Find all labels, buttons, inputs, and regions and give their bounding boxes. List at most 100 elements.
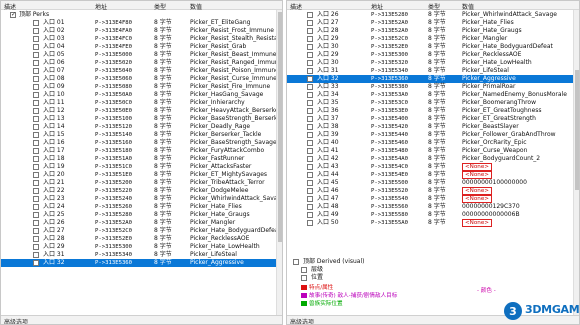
row-checkbox[interactable] [307,12,313,18]
table-row[interactable]: 入口 17 P->313E5180 8 字节 Picker_FuryAttackCom… [1,147,276,155]
table-row[interactable]: 入口 39 P->313E5440 8 字节 Picker_Follower_Grab… [287,131,573,139]
row-checkbox[interactable] [33,260,39,266]
table-row[interactable]: 入口 26 P->313E52A0 8 字节 Picker_Mangler [1,219,276,227]
table-row[interactable]: 入口 03 P->313E4FC0 8 字节 Picker_Resist_Stealt… [1,35,282,43]
checkbox[interactable] [301,267,307,273]
table-row[interactable]: 入口 12 P->313E50E0 8 字节 Picker_HeavyAttack_B… [1,107,281,115]
row-checkbox[interactable] [307,20,313,26]
row-checkbox[interactable] [307,140,313,146]
table-row[interactable]: 入口 29 P->313E52C0 8 字节 Picker_Mangler [287,35,573,43]
row-checkbox[interactable] [33,52,39,58]
header-address[interactable]: 地址 [95,2,107,11]
table-row[interactable]: 入口 08 P->313E5060 8 字节 Picker_Resist_Curse_… [1,75,277,83]
row-checkbox[interactable] [33,220,39,226]
table-row[interactable]: 入口 06 P->313E5020 8 字节 Picker_Resist_Ranged… [1,59,282,67]
row-checkbox[interactable] [307,148,313,154]
table-row[interactable]: 入口 33 P->313E5380 8 字节 Picker_PrimalRoar [287,83,573,91]
table-row[interactable]: 入口 49 P->313E5580 8 字节 00000000000006B [287,211,573,219]
row-checkbox[interactable] [33,156,39,162]
table-row[interactable]: 入口 48 P->313E5560 8 字节 00000000129C370 [287,203,573,211]
row-checkbox[interactable] [307,108,313,114]
table-row[interactable]: 入口 45 P->313E5500 8 字节 00000000100000000 [287,179,573,187]
row-checkbox[interactable] [33,204,39,210]
table-row[interactable]: 入口 29 P->313E5300 8 字节 Picker_RecklessAOE [287,51,573,59]
table-row[interactable]: 入口 50 P->313E55A0 8 字节 <None> [287,219,573,227]
table-row[interactable]: 入口 30 P->313E5320 8 字节 Picker_Hate_LowHealt… [287,59,573,67]
table-row[interactable]: 入口 40 P->313E5460 8 字节 Picker_OrcRarity_Epi… [287,139,573,147]
row-checkbox[interactable] [33,108,39,114]
table-row[interactable]: 入口 38 P->313E5420 8 字节 Picker_BeastSlayer [287,123,573,131]
header-type[interactable]: 类型 [428,2,440,11]
table-row[interactable]: 入口 02 P->313E4FA0 8 字节 Picker_Resist_Frost_… [1,27,276,35]
header-address[interactable]: 地址 [371,2,383,11]
row-checkbox[interactable] [307,204,313,210]
row-checkbox[interactable] [33,124,39,130]
row-checkbox[interactable] [33,188,39,194]
table-row[interactable]: 入口 42 P->313E54A0 8 字节 Picker_BodyguardCoun… [287,155,573,163]
table-row[interactable]: 入口 34 P->313E53A0 8 字节 Picker_NamedEnemy_Bo… [287,91,573,99]
table-row[interactable]: 入口 09 P->313E5080 8 字节 Picker_Resist_Fire_I… [1,83,276,91]
row-checkbox[interactable] [33,140,39,146]
right-scrollbar[interactable] [573,10,579,315]
row-checkbox[interactable] [307,92,313,98]
row-checkbox[interactable] [33,20,39,26]
table-row[interactable]: 入口 32 P->313E5360 8 字节 Picker_Aggressive [287,75,573,83]
row-checkbox[interactable] [33,28,39,34]
row-checkbox[interactable] [307,84,313,90]
row-checkbox[interactable] [33,228,39,234]
table-row[interactable]: 入口 47 P->313E5540 8 字节 <None> [287,195,573,203]
table-row[interactable]: 入口 36 P->313E53E0 8 字节 Picker_ET_GreatTough… [287,107,573,115]
row-checkbox[interactable] [33,164,39,170]
header-description[interactable]: 描述 [4,2,16,11]
table-row[interactable]: 入口 24 P->313E5260 8 字节 Picker_Hate_Flies [1,203,276,211]
table-row[interactable]: 入口 21 P->313E5200 8 字节 Picker_TribeAttack_T… [1,179,276,187]
table-row[interactable]: 入口 18 P->313E51A0 8 字节 Picker_FastRunner [1,155,276,163]
table-row[interactable]: 入口 05 P->313E5000 8 字节 Picker_Resist_Beast_… [1,51,276,59]
header-value[interactable]: 数值 [190,2,202,11]
row-checkbox[interactable] [307,220,313,226]
table-row[interactable]: 入口 37 P->313E5400 8 字节 Picker_ET_GreatStren… [287,115,573,123]
table-row[interactable]: 入口 11 P->313E50C0 8 字节 Picker_Inhierarchy [1,99,276,107]
table-row[interactable]: 入口 14 P->313E5120 8 字节 Picker_Deadly_Rage [1,123,276,131]
row-checkbox[interactable] [33,100,39,106]
row-checkbox[interactable] [33,84,39,90]
left-footer[interactable]: 高级选项 [1,315,282,324]
table-row[interactable]: 入口 32 P->313E5360 8 字节 Picker_Aggressive [1,259,276,267]
row-checkbox[interactable] [33,92,39,98]
row-checkbox[interactable] [307,52,313,58]
row-checkbox[interactable] [33,172,39,178]
table-row[interactable]: 入口 15 P->313E5140 8 字节 Picker_Berserker_Tac… [1,131,276,139]
table-row[interactable]: 入口 25 P->313E5280 8 字节 Picker_Hate_Graugs [1,211,276,219]
right-advanced-options[interactable]: 高级选项 [290,317,314,324]
row-checkbox[interactable] [307,212,313,218]
row-checkbox[interactable] [307,36,313,42]
table-row[interactable]: 入口 46 P->313E5520 8 字节 <None> [287,187,573,195]
row-checkbox[interactable] [33,68,39,74]
row-checkbox[interactable] [33,212,39,218]
row-checkbox[interactable] [307,196,313,202]
table-row[interactable]: 入口 35 P->313E53C0 8 字节 Picker_BoomerangThro… [287,99,573,107]
row-checkbox[interactable] [307,172,313,178]
table-row[interactable]: 入口 22 P->313E5220 8 字节 Picker_DodgeMelee [1,187,276,195]
row-checkbox[interactable] [307,60,313,66]
table-row[interactable]: 入口 28 P->313E52E0 8 字节 Picker_RecklessAOE [1,235,276,243]
table-row[interactable]: 入口 13 P->313E5100 8 字节 Picker_BaseStrength_… [1,115,282,123]
row-checkbox[interactable] [307,132,313,138]
table-row[interactable]: 入口 31 P->313E5340 8 字节 Picker_LifeSteal [287,67,573,75]
row-checkbox[interactable] [33,180,39,186]
row-checkbox[interactable] [33,132,39,138]
table-row[interactable]: 入口 27 P->313E52A0 8 字节 Picker_Hate_Flies [287,19,573,27]
row-checkbox[interactable] [33,44,39,50]
group-row-perks[interactable]: 顶部 Perks [1,11,276,19]
row-checkbox[interactable] [307,68,313,74]
row-checkbox[interactable] [33,36,39,42]
row-checkbox[interactable] [307,44,313,50]
table-row[interactable]: 入口 04 P->313E4FE0 8 字节 Picker_Resist_Grab [1,43,276,51]
row-checkbox[interactable] [33,252,39,258]
row-checkbox[interactable] [307,100,313,106]
row-checkbox[interactable] [307,156,313,162]
header-description[interactable]: 描述 [290,2,302,11]
checkbox[interactable] [301,275,307,281]
row-checkbox[interactable] [307,188,313,194]
left-scroll-thumb[interactable] [278,12,282,242]
